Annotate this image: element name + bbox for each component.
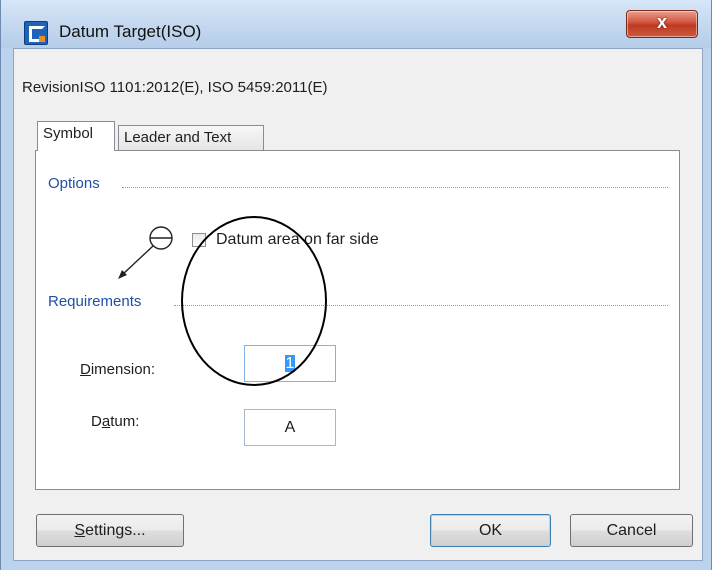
tab-symbol[interactable]: Symbol: [37, 121, 115, 151]
tab-symbol-label: Symbol: [43, 125, 94, 142]
datum-label: Datum:: [91, 413, 140, 430]
window-title: Datum Target(ISO): [59, 22, 202, 41]
ok-button[interactable]: OK: [430, 514, 551, 547]
dimension-input[interactable]: 1: [244, 345, 336, 382]
dimension-label: Dimension:: [80, 361, 156, 378]
dialog-client-area: RevisionISO 1101:2012(E), ISO 5459:2011(…: [13, 48, 703, 561]
datum-input[interactable]: A: [244, 409, 336, 446]
tab-leader-and-text[interactable]: Leader and Text: [118, 125, 264, 151]
dimension-value: 1: [284, 355, 296, 372]
datum-value: A: [284, 419, 296, 436]
revision-label: RevisionISO 1101:2012(E), ISO 5459:2011(…: [22, 79, 328, 96]
close-button[interactable]: x: [626, 10, 698, 38]
options-group-label: Options: [48, 175, 100, 192]
requirements-divider: [174, 305, 668, 306]
title-bar[interactable]: Datum Target(ISO) x: [1, 0, 711, 48]
close-icon: x: [656, 12, 667, 32]
cancel-button[interactable]: Cancel: [570, 514, 693, 547]
datum-target-symbol-icon: [118, 226, 173, 279]
settings-button[interactable]: Settings...: [36, 514, 184, 547]
datum-far-side-label[interactable]: Datum area on far side: [216, 231, 379, 249]
options-divider: [122, 187, 668, 188]
datum-far-side-checkbox[interactable]: [192, 233, 206, 247]
dialog-window: Datum Target(ISO) x RevisionISO 1101:201…: [0, 0, 712, 570]
app-icon[interactable]: [24, 21, 48, 45]
tab-leader-and-text-label: Leader and Text: [124, 129, 232, 146]
requirements-group-label: Requirements: [48, 293, 142, 310]
symbol-tab-panel: Options Datum area on far side Requireme…: [35, 150, 680, 490]
